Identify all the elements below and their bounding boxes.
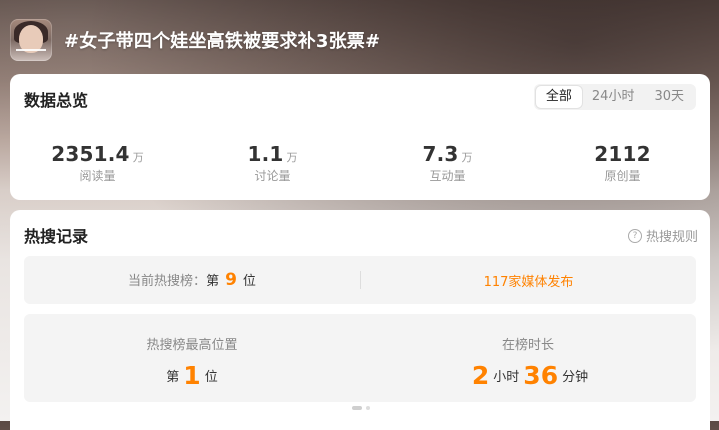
question-circle-icon: ?	[627, 228, 642, 243]
current-rank-panel: 当前热搜榜：第 9 位 117家媒体发布	[24, 256, 696, 304]
best-position-value: 1	[183, 361, 201, 390]
rules-label: 热搜规则	[645, 230, 698, 245]
tab-30d[interactable]: 30天	[644, 86, 694, 108]
duration-label: 在榜时长	[501, 338, 554, 353]
duration-hours: 2	[471, 361, 490, 390]
current-rank-value: 9	[225, 270, 237, 290]
current-rank-pre: 第	[206, 274, 220, 289]
data-overview-card: 数据总览 全部 24小时 30天 2351.4 万 阅读量 1.1 万 讨论量 7.…	[10, 74, 710, 200]
stat-originals: 2112 原创量	[535, 142, 710, 184]
current-rank-post: 位	[242, 274, 256, 289]
current-rank: 当前热搜榜：第 9 位	[24, 270, 360, 290]
on-list-duration: 在榜时长 2 小时 36 分钟	[360, 314, 696, 402]
stat-discussions-label: 讨论量	[254, 169, 291, 183]
best-position-pre: 第	[166, 370, 180, 385]
stat-originals-label: 原创量	[604, 169, 641, 183]
avatar-caption-line	[16, 49, 46, 51]
duration-minutes: 36	[523, 361, 559, 390]
stat-reads: 2351.4 万 阅读量	[10, 142, 185, 184]
tab-24h[interactable]: 24小时	[582, 86, 645, 108]
stat-reads-label: 阅读量	[79, 169, 116, 183]
topic-avatar[interactable]	[10, 19, 52, 61]
best-position-post: 位	[204, 370, 218, 385]
current-rank-prefix: 当前热搜榜：	[128, 274, 207, 289]
hot-search-records-card: 热搜记录 ? 热搜规则 当前热搜榜：第 9 位 117家媒体发布 热搜榜最高位置 第…	[10, 210, 710, 430]
topic-title: #女子带四个娃坐高铁被要求补3张票#	[64, 31, 381, 52]
page-dot-active	[352, 406, 362, 410]
tab-all[interactable]: 全部	[535, 86, 582, 108]
stats-row: 2351.4 万 阅读量 1.1 万 讨论量 7.3 万 互动量 2112 原创量	[10, 142, 710, 184]
hot-search-rules-link[interactable]: ? 热搜规则	[627, 226, 698, 245]
best-position-label: 热搜榜最高位置	[146, 338, 238, 353]
time-range-tabs: 全部 24小时 30天	[533, 84, 696, 110]
best-stats-panel: 热搜榜最高位置 第1位 在榜时长 2 小时 36 分钟	[24, 314, 696, 402]
stat-reads-unit: 万	[132, 151, 144, 164]
records-title: 热搜记录	[24, 227, 89, 246]
page-indicator[interactable]	[350, 406, 372, 410]
page-dot	[366, 406, 370, 410]
media-publish-link[interactable]: 117家媒体发布	[361, 271, 696, 290]
stat-interactions-unit: 万	[461, 151, 473, 164]
stat-interactions: 7.3 万 互动量	[360, 142, 535, 184]
duration-hours-unit: 小时	[493, 370, 520, 385]
stat-originals-value: 2112	[594, 142, 651, 166]
stat-interactions-value: 7.3	[422, 142, 459, 166]
overview-title: 数据总览	[24, 91, 89, 110]
stat-discussions-unit: 万	[286, 151, 298, 164]
stat-interactions-label: 互动量	[429, 169, 466, 183]
stat-discussions-value: 1.1	[247, 142, 284, 166]
duration-minutes-unit: 分钟	[562, 370, 589, 385]
stat-discussions: 1.1 万 讨论量	[185, 142, 360, 184]
stat-reads-value: 2351.4	[51, 142, 130, 166]
topic-header: #女子带四个娃坐高铁被要求补3张票#	[10, 18, 710, 62]
best-position: 热搜榜最高位置 第1位	[24, 314, 360, 402]
